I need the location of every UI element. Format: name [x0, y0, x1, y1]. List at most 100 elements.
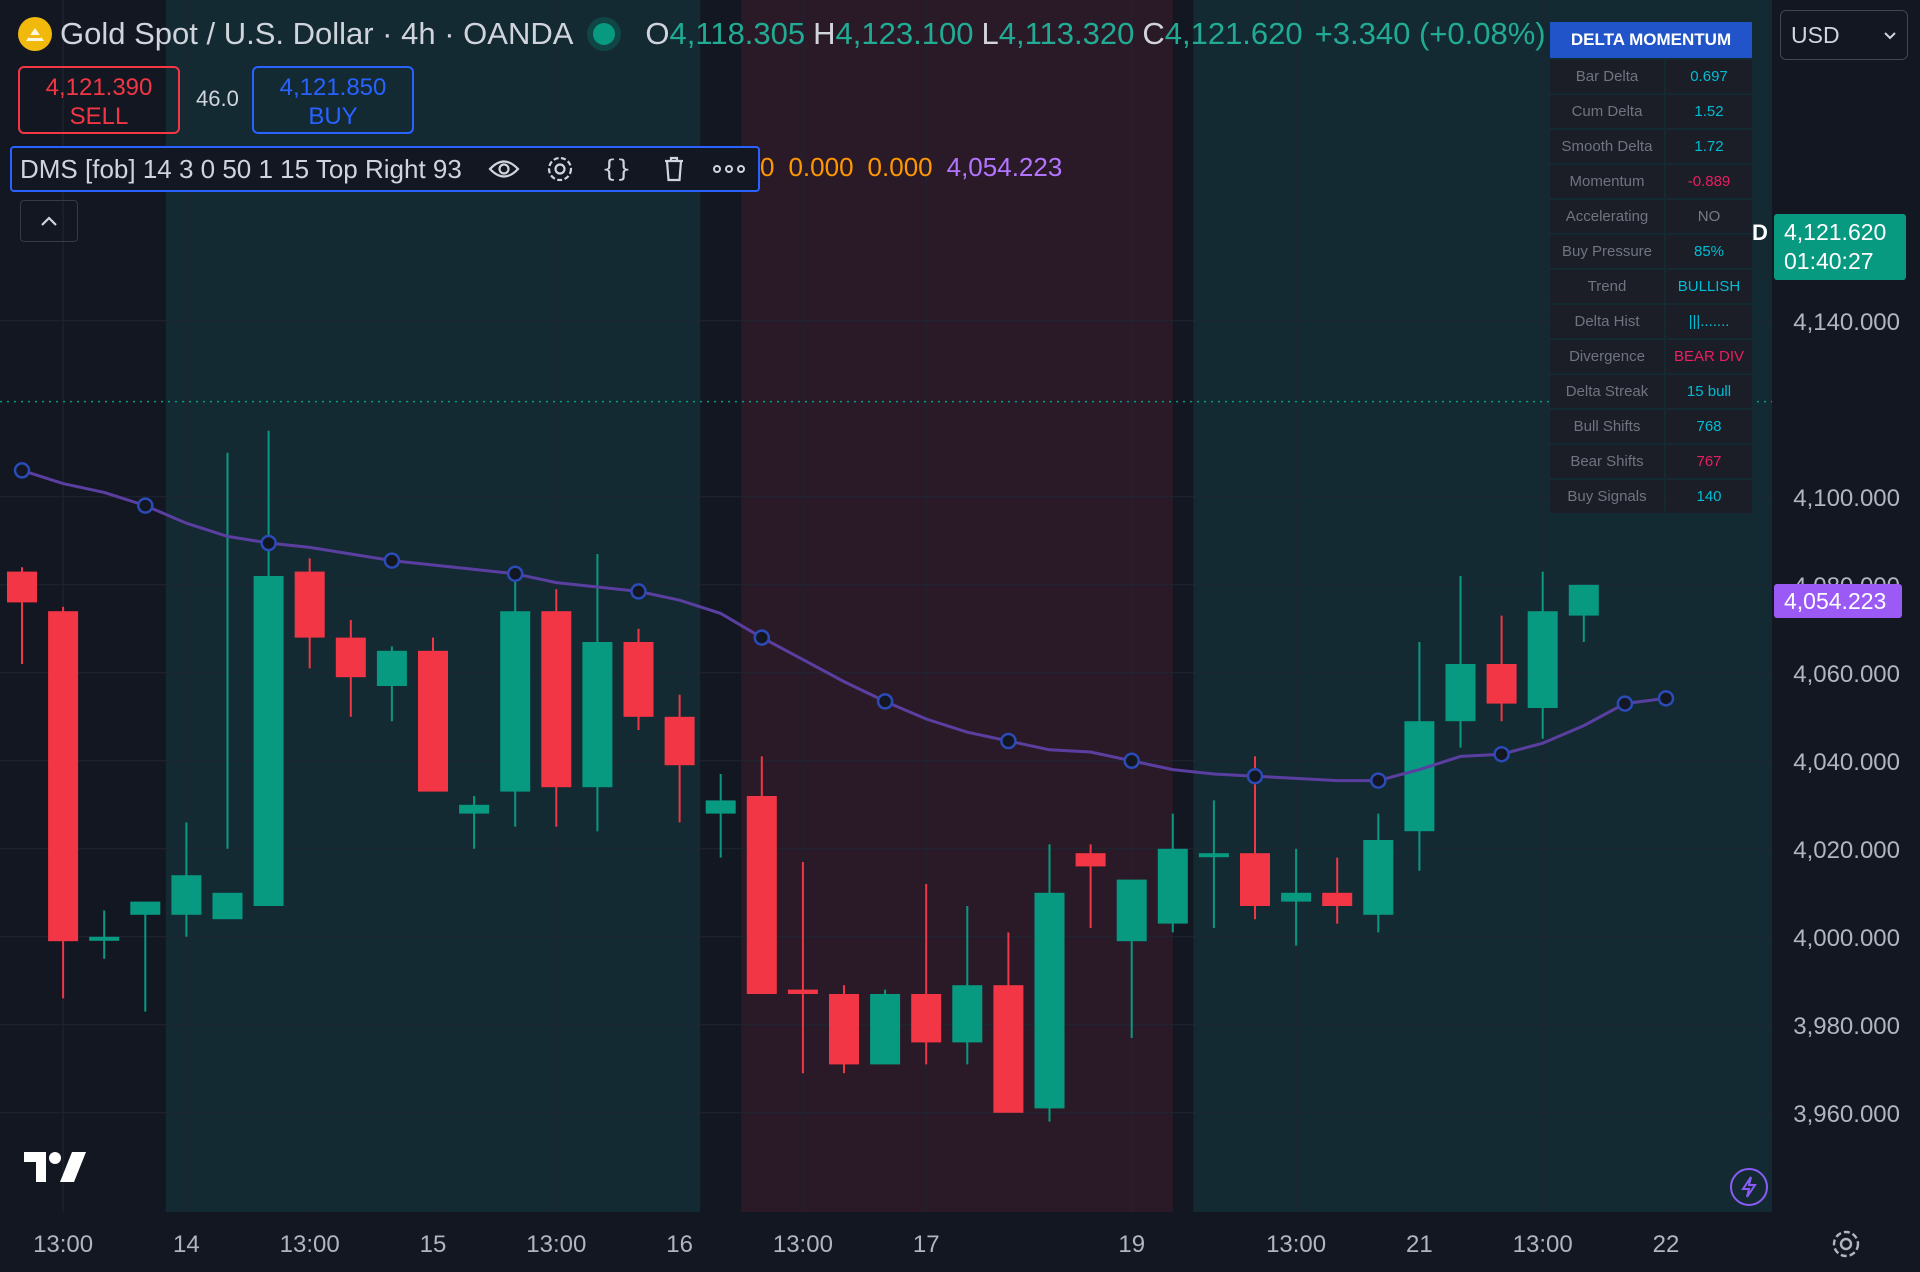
ema-marker: [753, 629, 771, 646]
candle-body: [993, 985, 1024, 1113]
candle-body: [787, 989, 818, 994]
table-row: Buy Pressure 85%: [1550, 235, 1752, 268]
ema-marker: [1493, 745, 1510, 763]
table-row: Smooth Delta 1.72: [1550, 130, 1752, 163]
candle-body: [418, 650, 448, 792]
table-row-label: Buy Signals: [1550, 480, 1664, 513]
table-row: Delta Streak 15 bull: [1550, 375, 1752, 408]
last-price-tag: 4,121.620 01:40:27: [1774, 214, 1906, 280]
table-row-label: Delta Streak: [1550, 375, 1664, 408]
indicator-label[interactable]: DMS [fob] 14 3 0 50 1 15 Top Right 93: [20, 154, 462, 185]
table-row-value: 15 bull: [1666, 375, 1752, 408]
source-code-icon[interactable]: {}: [600, 155, 636, 183]
table-row: Accelerating NO: [1550, 200, 1752, 233]
ema-marker: [630, 583, 647, 600]
candle-body: [1116, 879, 1147, 942]
more-icon[interactable]: [712, 164, 746, 174]
candle-body: [1281, 892, 1312, 902]
y-tick-label: 4,000.000: [1793, 925, 1900, 952]
ema-marker: [260, 534, 277, 552]
table-row: Trend BULLISH: [1550, 270, 1752, 303]
settings-icon[interactable]: [546, 155, 574, 183]
candle-body: [1198, 853, 1229, 858]
candle-body: [335, 637, 366, 678]
candle-body: [376, 650, 407, 686]
x-tick-label: 14: [173, 1231, 200, 1258]
candle-body: [253, 576, 284, 906]
table-row-value: 1.52: [1666, 95, 1752, 128]
sell-price: 4,121.390: [45, 74, 153, 101]
ema-marker: [506, 565, 524, 583]
y-tick-label: 4,100.000: [1793, 485, 1900, 512]
candle-body: [1527, 611, 1558, 708]
table-row-label: Bar Delta: [1550, 60, 1664, 93]
table-title: DELTA MOMENTUM: [1550, 22, 1752, 58]
candle-body: [130, 901, 161, 915]
candle-body: [664, 716, 695, 766]
y-tick-label: 3,960.000: [1793, 1101, 1900, 1128]
candle-body: [1404, 721, 1435, 832]
table-row-label: Delta Hist: [1550, 305, 1664, 338]
table-row: Cum Delta 1.52: [1550, 95, 1752, 128]
y-tick-label: 3,980.000: [1793, 1013, 1900, 1040]
table-row: Buy Signals 140: [1550, 480, 1752, 513]
table-row-label: Cum Delta: [1550, 95, 1664, 128]
table-row: Bull Shifts 768: [1550, 410, 1752, 443]
candle-body: [1486, 664, 1517, 704]
table-row: Momentum -0.889: [1550, 165, 1752, 198]
sell-button[interactable]: 4,121.390 SELL: [18, 66, 180, 134]
candle-body: [459, 804, 490, 814]
currency-value: USD: [1791, 21, 1840, 48]
table-row: Divergence BEAR DIV: [1550, 340, 1752, 373]
y-tick-label: 4,140.000: [1793, 309, 1900, 336]
open-label: O: [645, 16, 670, 51]
indicator-value: 0.000: [867, 152, 933, 182]
candle-body: [48, 611, 79, 942]
table-row: Bear Shifts 767: [1550, 445, 1752, 478]
buy-button[interactable]: 4,121.850 BUY: [252, 66, 414, 134]
ema-marker: [1000, 732, 1017, 750]
x-tick-label: 21: [1406, 1231, 1433, 1258]
trash-icon[interactable]: [662, 155, 686, 183]
collapse-legend-button[interactable]: [20, 200, 78, 242]
chevron-down-icon: [1884, 32, 1896, 40]
x-tick-label: 13:00: [526, 1231, 586, 1258]
candle-body: [1034, 892, 1065, 1109]
bar-countdown: 01:40:27: [1784, 248, 1874, 274]
currency-select[interactable]: USD: [1780, 10, 1908, 60]
table-row-label: Bull Shifts: [1550, 410, 1664, 443]
candle-body: [1075, 853, 1106, 867]
spread-value: 46.0: [196, 86, 239, 111]
table-row-label: Bear Shifts: [1550, 445, 1664, 478]
candle-body: [623, 642, 654, 717]
eye-icon[interactable]: [488, 158, 520, 180]
ema-marker: [876, 693, 894, 710]
table-row-value: |||.......: [1666, 305, 1752, 338]
candle-body: [705, 800, 736, 814]
lightning-icon[interactable]: [1730, 1168, 1768, 1206]
chevron-up-icon: [41, 216, 57, 226]
candle-body: [1157, 848, 1188, 924]
candle-body: [952, 985, 983, 1043]
tradingview-logo[interactable]: [24, 1150, 88, 1189]
indicator-value: 0: [760, 152, 775, 182]
candle-body: [171, 875, 202, 915]
buy-price: 4,121.850: [279, 74, 387, 101]
candle-body: [870, 994, 901, 1065]
candle-body: [746, 796, 777, 994]
svg-text:{}: {}: [602, 155, 631, 183]
symbol-title[interactable]: Gold Spot / U.S. Dollar · 4h · OANDA: [60, 16, 573, 52]
high-label: H: [813, 16, 836, 51]
candle-body: [89, 936, 120, 941]
y-tick-label: 4,060.000: [1793, 661, 1900, 688]
y-tick-label: 4,040.000: [1793, 749, 1900, 776]
x-tick-label: 17: [913, 1231, 940, 1258]
open-value: 4,118.305: [669, 16, 806, 51]
indicator-legend[interactable]: DMS [fob] 14 3 0 50 1 15 Top Right 93 {}: [10, 146, 760, 192]
chart-settings-icon[interactable]: [1828, 1226, 1864, 1267]
candle-body: [294, 571, 325, 638]
close-label: C: [1142, 16, 1165, 51]
table-row-value: -0.889: [1666, 165, 1752, 198]
candle-body: [7, 571, 37, 603]
ema-marker: [383, 552, 401, 569]
